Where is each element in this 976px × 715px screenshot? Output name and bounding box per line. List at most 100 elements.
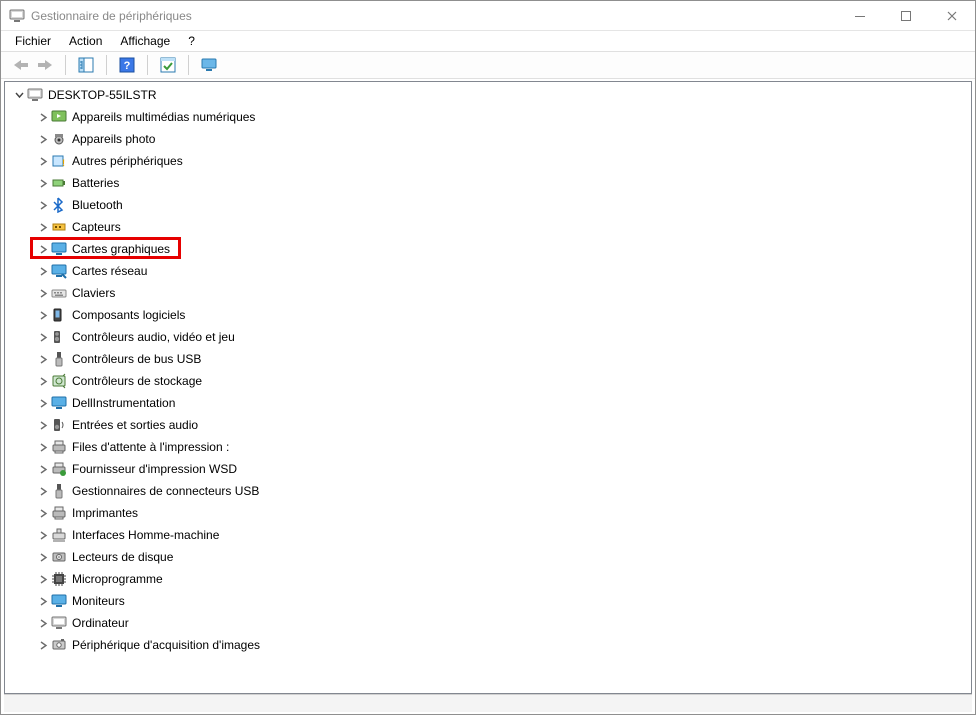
tree-item-display[interactable]: Cartes graphiques <box>7 238 971 260</box>
tree-item-hid[interactable]: Interfaces Homme-machine <box>7 524 971 546</box>
close-button[interactable] <box>929 1 975 31</box>
tree-item-usb[interactable]: Gestionnaires de connecteurs USB <box>7 480 971 502</box>
printer-icon <box>50 505 68 521</box>
tree-item-software[interactable]: Composants logiciels <box>7 304 971 326</box>
menu-file[interactable]: Fichier <box>7 32 59 50</box>
svg-text:!: ! <box>62 158 65 168</box>
tree-item-label: Capteurs <box>72 220 121 234</box>
chevron-right-icon[interactable] <box>37 551 49 563</box>
monitor-icon <box>50 593 68 609</box>
tree-item-label: Contrôleurs de stockage <box>72 374 202 388</box>
tree-root[interactable]: DESKTOP-55ILSTR <box>7 84 971 106</box>
chevron-right-icon[interactable] <box>37 287 49 299</box>
computer-icon <box>26 87 44 103</box>
tree-item-storage[interactable]: Contrôleurs de stockage <box>7 370 971 392</box>
other-icon: ! <box>50 153 68 169</box>
tree-item-monitor[interactable]: Moniteurs <box>7 590 971 612</box>
tree-item-capture[interactable]: Périphérique d'acquisition d'images <box>7 634 971 656</box>
display-icon <box>50 241 68 257</box>
tree-item-computer[interactable]: Ordinateur <box>7 612 971 634</box>
chevron-right-icon[interactable] <box>37 507 49 519</box>
statusbar <box>4 694 972 712</box>
monitor-icon <box>50 395 68 411</box>
chevron-right-icon[interactable] <box>37 177 49 189</box>
software-icon <box>50 307 68 323</box>
forward-button[interactable] <box>33 54 57 76</box>
tree-item-label: Lecteurs de disque <box>72 550 173 564</box>
chevron-right-icon[interactable] <box>37 595 49 607</box>
tree-item-printer[interactable]: Imprimantes <box>7 502 971 524</box>
chevron-right-icon[interactable] <box>37 331 49 343</box>
bluetooth-icon <box>50 197 68 213</box>
chevron-right-icon[interactable] <box>37 133 49 145</box>
network-icon <box>50 263 68 279</box>
chevron-right-icon[interactable] <box>37 155 49 167</box>
battery-icon <box>50 175 68 191</box>
storage-icon <box>50 373 68 389</box>
menu-view[interactable]: Affichage <box>112 32 178 50</box>
sensor-icon <box>50 219 68 235</box>
tree-item-other[interactable]: ! Autres périphériques <box>7 150 971 172</box>
chevron-right-icon[interactable] <box>37 639 49 651</box>
menu-help[interactable]: ? <box>180 32 203 50</box>
tree-item-label: Contrôleurs de bus USB <box>72 352 201 366</box>
tree-item-label: Fournisseur d'impression WSD <box>72 462 237 476</box>
tree-item-media[interactable]: Appareils multimédias numériques <box>7 106 971 128</box>
tree-item-keyboard[interactable]: Claviers <box>7 282 971 304</box>
chevron-right-icon[interactable] <box>37 243 49 255</box>
tree-item-sensor[interactable]: Capteurs <box>7 216 971 238</box>
firmware-icon <box>50 571 68 587</box>
scan-hardware-button[interactable] <box>156 54 180 76</box>
usb-icon <box>50 351 68 367</box>
show-hide-tree-button[interactable] <box>74 54 98 76</box>
monitor-icon-button[interactable] <box>197 54 221 76</box>
tree-item-printqueue[interactable]: Files d'attente à l'impression : <box>7 436 971 458</box>
chevron-right-icon[interactable] <box>37 485 49 497</box>
tree-item-printprov[interactable]: Fournisseur d'impression WSD <box>7 458 971 480</box>
device-tree[interactable]: DESKTOP-55ILSTR Appareils multimédias nu… <box>5 82 971 693</box>
chevron-right-icon[interactable] <box>37 199 49 211</box>
printprov-icon <box>50 461 68 477</box>
chevron-down-icon[interactable] <box>13 89 25 101</box>
minimize-button[interactable] <box>837 1 883 31</box>
window-controls <box>837 1 975 30</box>
back-button[interactable] <box>9 54 33 76</box>
audioctl-icon <box>50 329 68 345</box>
chevron-right-icon[interactable] <box>37 111 49 123</box>
chevron-right-icon[interactable] <box>37 221 49 233</box>
tree-item-camera[interactable]: Appareils photo <box>7 128 971 150</box>
chevron-right-icon[interactable] <box>37 463 49 475</box>
chevron-right-icon[interactable] <box>37 265 49 277</box>
camera-icon <box>50 131 68 147</box>
hid-icon <box>50 527 68 543</box>
chevron-right-icon[interactable] <box>37 419 49 431</box>
tree-item-monitor[interactable]: DellInstrumentation <box>7 392 971 414</box>
tree-item-firmware[interactable]: Microprogramme <box>7 568 971 590</box>
maximize-button[interactable] <box>883 1 929 31</box>
usb-icon <box>50 483 68 499</box>
tree-item-disk[interactable]: Lecteurs de disque <box>7 546 971 568</box>
chevron-right-icon[interactable] <box>37 353 49 365</box>
tree-item-label: Ordinateur <box>72 616 129 630</box>
menu-action[interactable]: Action <box>61 32 110 50</box>
tree-item-label: Autres périphériques <box>72 154 183 168</box>
help-button[interactable]: ? <box>115 54 139 76</box>
chevron-right-icon[interactable] <box>37 573 49 585</box>
chevron-right-icon[interactable] <box>37 397 49 409</box>
toolbar: ? <box>1 51 975 79</box>
tree-item-label: Batteries <box>72 176 119 190</box>
tree-item-label: DellInstrumentation <box>72 396 175 410</box>
tree-item-battery[interactable]: Batteries <box>7 172 971 194</box>
chevron-right-icon[interactable] <box>37 529 49 541</box>
chevron-right-icon[interactable] <box>37 375 49 387</box>
computer-icon <box>50 615 68 631</box>
tree-item-bluetooth[interactable]: Bluetooth <box>7 194 971 216</box>
tree-item-network[interactable]: Cartes réseau <box>7 260 971 282</box>
chevron-right-icon[interactable] <box>37 617 49 629</box>
chevron-right-icon[interactable] <box>37 441 49 453</box>
tree-item-usb[interactable]: Contrôleurs de bus USB <box>7 348 971 370</box>
chevron-right-icon[interactable] <box>37 309 49 321</box>
tree-item-speaker[interactable]: Entrées et sorties audio <box>7 414 971 436</box>
tree-item-label: Interfaces Homme-machine <box>72 528 219 542</box>
tree-item-audioctl[interactable]: Contrôleurs audio, vidéo et jeu <box>7 326 971 348</box>
